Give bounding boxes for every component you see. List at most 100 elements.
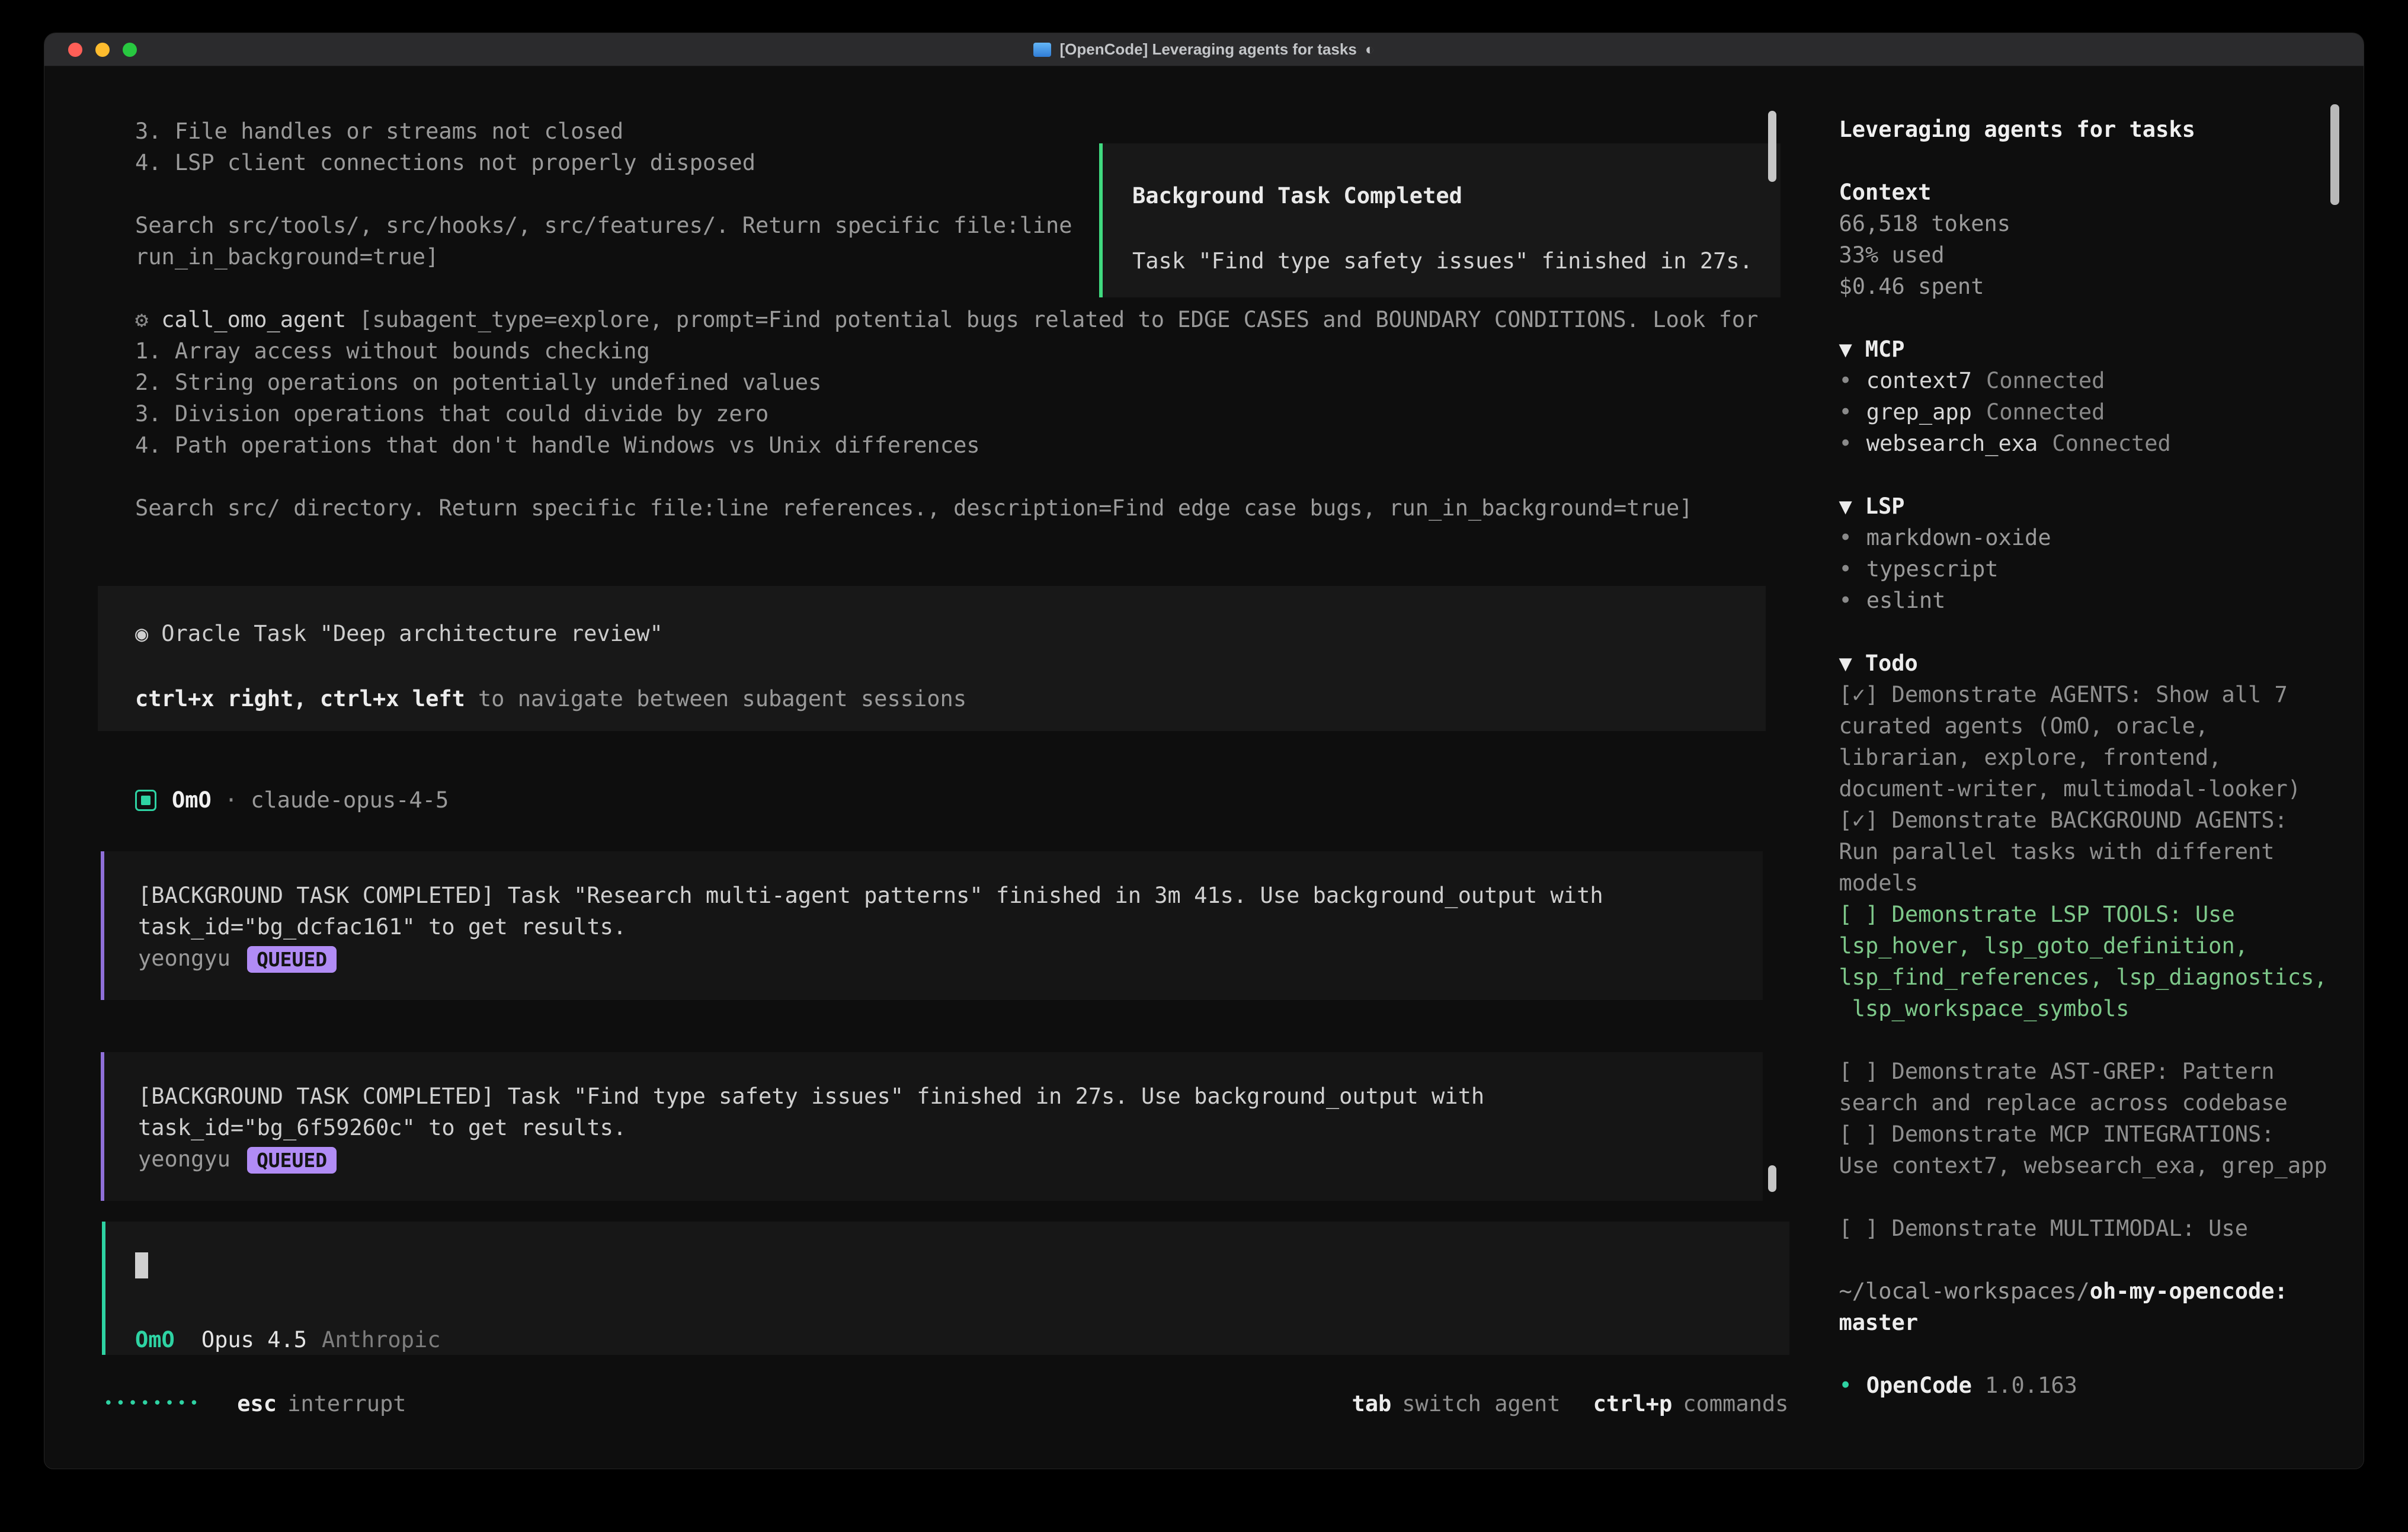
lsp-name: typescript	[1866, 556, 1999, 582]
lsp-name: markdown-oxide	[1866, 525, 2051, 550]
collapse-icon: ▼	[1839, 650, 1852, 676]
agent-icon	[135, 790, 156, 811]
input-provider-name: Anthropic	[322, 1324, 440, 1355]
close-button[interactable]	[68, 43, 82, 57]
workspace-path-name: oh-my-opencode:	[2090, 1278, 2288, 1304]
todo-item: [ ] Demonstrate AST-GREP: Pattern search…	[1839, 1056, 2340, 1118]
window-title: [OpenCode] Leveraging agents for tasks	[1059, 40, 1356, 59]
workspace-branch: master	[1839, 1307, 2340, 1338]
status-bar-right: tab switch agent ctrl+p commands	[1352, 1388, 1788, 1419]
bullet-icon: •	[1839, 1373, 1852, 1398]
terminal-content: Background Task Completed Task "Find typ…	[44, 66, 2364, 1469]
mcp-section-heading[interactable]: ▼ MCP	[1839, 334, 2340, 365]
bullet-icon: •	[1839, 556, 1852, 582]
scrollback-line: 4. Path operations that don't handle Win…	[135, 430, 1791, 461]
mcp-status: Connected	[1986, 368, 2105, 393]
mcp-heading-label: MCP	[1865, 336, 1905, 362]
app-name: OpenCode	[1866, 1373, 1972, 1398]
ctrlp-key-hint: ctrl+p	[1593, 1388, 1673, 1419]
chat-scrollbar-thumb[interactable]	[1768, 1165, 1776, 1192]
todo-item: [✓] Demonstrate BACKGROUND AGENTS: Run p…	[1839, 805, 2340, 899]
minimize-button[interactable]	[95, 43, 110, 57]
context-used: 33% used	[1839, 239, 2340, 271]
bullet-icon: •	[1839, 588, 1852, 613]
workspace-path: ~/local-workspaces/oh-my-opencode:	[1839, 1275, 2340, 1307]
workspace-path-prefix: ~/local-workspaces/	[1839, 1278, 2089, 1304]
message-line: [BACKGROUND TASK COMPLETED] Task "Resear…	[138, 880, 1763, 911]
scrollback-line: 3. File handles or streams not closed	[135, 116, 1791, 147]
context-tokens: 66,518 tokens	[1839, 208, 2340, 239]
mcp-status: Connected	[2052, 431, 2170, 456]
bullet-icon: •	[1839, 431, 1852, 456]
message-meta: yeongyu QUEUED	[138, 943, 1763, 974]
input-agent-name: OmO	[135, 1324, 175, 1355]
todo-heading-label: Todo	[1865, 650, 1918, 676]
agent-header: OmO · claude-opus-4-5	[135, 784, 1791, 816]
todo-item: [ ] Demonstrate MULTIMODAL: Use	[1839, 1213, 2340, 1244]
agent-icon-fill	[141, 796, 150, 805]
scrollback-line: 2. String operations on potentially unde…	[135, 367, 1791, 398]
chat-main: Background Task Completed Task "Find typ…	[44, 66, 1791, 1469]
assistant-message: [BACKGROUND TASK COMPLETED] Task "Resear…	[101, 851, 1763, 1000]
app-version: 1.0.163	[1985, 1373, 2077, 1398]
text-cursor	[135, 1252, 148, 1278]
esc-key-label: interrupt	[287, 1388, 406, 1419]
prompt-input[interactable]: OmO Opus 4.5 Anthropic	[102, 1222, 1789, 1355]
status-badge: QUEUED	[247, 1147, 337, 1174]
agent-name: OmO	[172, 784, 212, 816]
collapse-icon: ▼	[1839, 336, 1852, 362]
lsp-section-heading[interactable]: ▼LSP	[1839, 491, 2340, 522]
message-line: task_id="bg_dcfac161" to get results.	[138, 911, 1763, 943]
lsp-item: •eslint	[1839, 585, 2340, 616]
agent-model: claude-opus-4-5	[251, 784, 449, 816]
tool-args: [subagent_type=explore, prompt=Find pote…	[359, 307, 1758, 332]
mcp-name: context7	[1866, 368, 1972, 393]
mcp-item: • context7 Connected	[1839, 365, 2340, 396]
tool-call-line: ⚙ call_omo_agent [subagent_type=explore, p…	[135, 304, 1791, 335]
session-title: Leveraging agents for tasks	[1839, 114, 2340, 145]
bullet-icon: •	[1839, 525, 1852, 550]
message-author: yeongyu	[138, 1146, 230, 1172]
message-author: yeongyu	[138, 946, 230, 971]
window-titlebar[interactable]: [OpenCode] Leveraging agents for tasks ◐	[44, 33, 2364, 66]
bullet-icon: •	[1839, 368, 1852, 393]
background-task-toast[interactable]: Background Task Completed Task "Find typ…	[1099, 143, 1781, 297]
collapse-icon: ▼	[1839, 493, 1852, 519]
zoom-button[interactable]	[123, 43, 137, 57]
oracle-shortcut-line: ctrl+x right, ctrl+x left to navigate bet…	[135, 683, 1766, 714]
chat-scrollbar-thumb[interactable]	[1768, 111, 1776, 182]
todo-item: [ ] Demonstrate LSP TOOLS: Use lsp_hover…	[1839, 899, 2340, 1024]
ctrlp-key-label: commands	[1683, 1388, 1788, 1419]
tool-name: call_omo_agent	[161, 307, 346, 332]
window-title-group: [OpenCode] Leveraging agents for tasks ◐	[1033, 40, 1374, 59]
sidebar-scrollbar-thumb[interactable]	[2330, 104, 2339, 205]
session-indicator-icon: ◐	[1365, 40, 1375, 59]
mcp-item: • websearch_exa Connected	[1839, 428, 2340, 459]
todo-item: [ ] Demonstrate MCP INTEGRATIONS: Use co…	[1839, 1118, 2340, 1181]
context-spent: $0.46 spent	[1839, 271, 2340, 302]
tab-key-hint: tab	[1352, 1388, 1391, 1419]
mcp-status: Connected	[1986, 399, 2105, 425]
context-heading: Context	[1839, 177, 2340, 208]
scrollback-line: Search src/ directory. Return specific f…	[135, 492, 1791, 524]
shortcut-description: to navigate between subagent sessions	[478, 686, 966, 711]
todo-section-heading[interactable]: ▼ Todo	[1839, 648, 2340, 679]
scrollback-line: 1. Array access without bounds checking	[135, 335, 1791, 367]
message-meta: yeongyu QUEUED	[138, 1143, 1763, 1175]
shortcut-keys: ctrl+x right, ctrl+x left	[135, 686, 465, 711]
mcp-name: websearch_exa	[1866, 431, 2038, 456]
input-line	[135, 1248, 1789, 1280]
input-model-name: Opus 4.5	[201, 1324, 307, 1355]
mcp-name: grep_app	[1866, 399, 1972, 425]
status-badge: QUEUED	[247, 946, 337, 973]
oracle-task-panel: ◉Oracle Task "Deep architecture review" …	[98, 586, 1766, 731]
app-version-line: • OpenCode 1.0.163	[1839, 1370, 2340, 1401]
assistant-message: [BACKGROUND TASK COMPLETED] Task "Find t…	[101, 1052, 1763, 1201]
agent-separator: ·	[225, 784, 238, 816]
oracle-task-title: Oracle Task "Deep architecture review"	[161, 621, 662, 646]
scrollback-line	[135, 461, 1791, 492]
gear-icon: ⚙	[135, 307, 148, 332]
esc-key-hint: esc	[237, 1388, 277, 1419]
todo-item: [✓] Demonstrate AGENTS: Show all 7 curat…	[1839, 679, 2340, 805]
sidebar: Leveraging agents for tasks Context 66,5…	[1791, 66, 2364, 1469]
